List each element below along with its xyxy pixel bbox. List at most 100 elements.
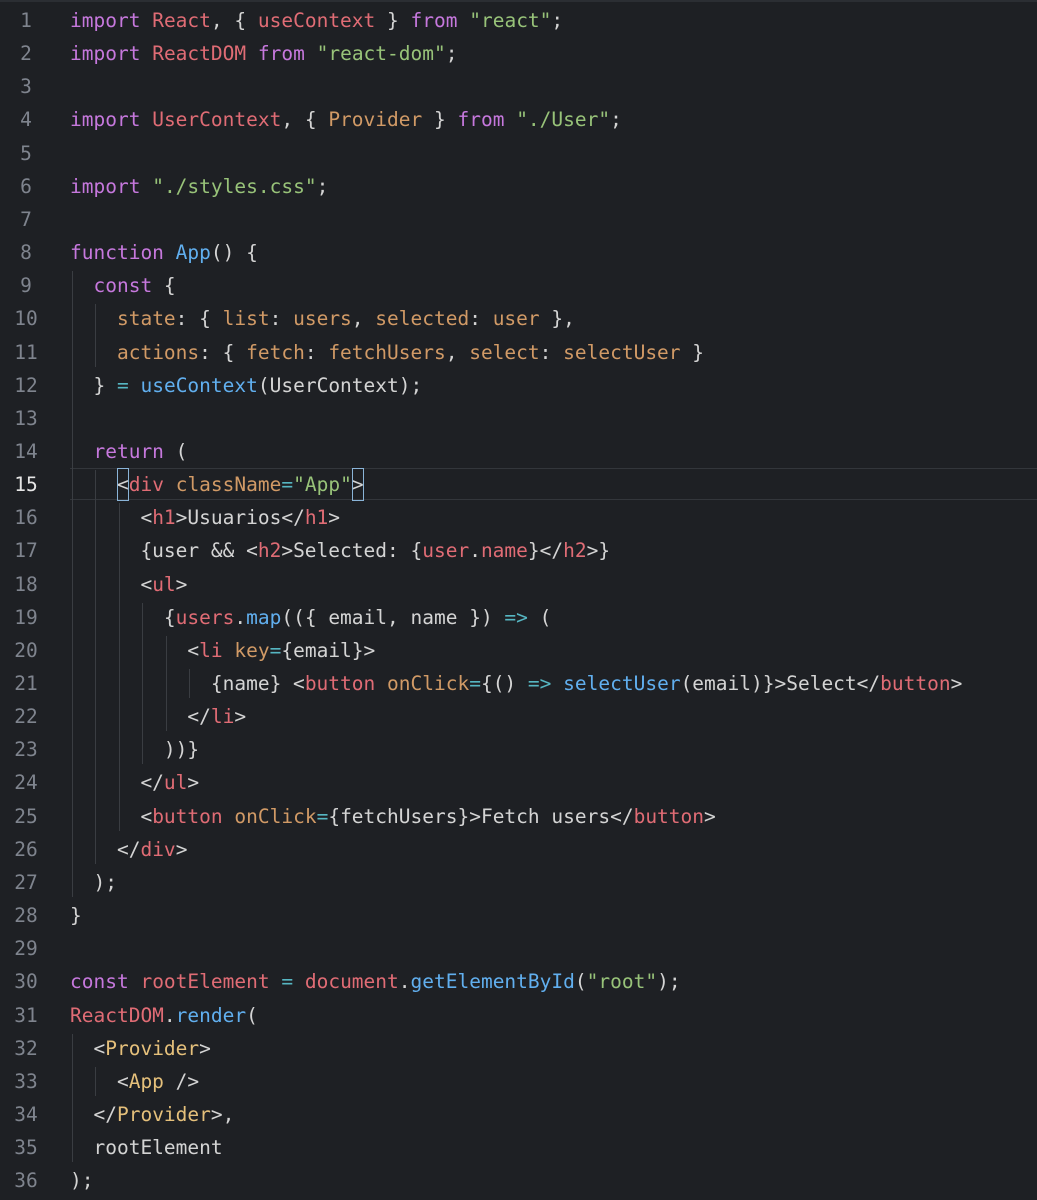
code-token: : { <box>199 340 247 364</box>
code-line[interactable]: 32 <Provider> <box>0 1032 1037 1065</box>
code-token: ( <box>574 970 587 994</box>
code-token: App <box>175 241 211 265</box>
line-number: 3 <box>20 75 32 99</box>
code-line[interactable]: 10 state: { list: users, selected: user … <box>0 302 1037 335</box>
code-line[interactable]: 22 </li> <box>0 700 1037 733</box>
code-token: Provider <box>328 108 423 132</box>
code-line[interactable]: 33 <App /> <box>0 1065 1037 1098</box>
code-token: selectUser <box>563 672 681 695</box>
code-token: > <box>328 506 341 530</box>
code-line[interactable]: 25 <button onClick={fetchUsers}>Fetch us… <box>0 800 1037 833</box>
code-text: import "./styles.css"; <box>70 170 328 203</box>
code-line[interactable]: 9 const { <box>0 269 1037 302</box>
code-line[interactable]: 21 {name} <button onClick={() => selectU… <box>0 667 1037 700</box>
code-text: function App() { <box>70 236 258 269</box>
code-line[interactable]: 29 <box>0 932 1037 965</box>
code-line[interactable]: 18 <ul> <box>0 568 1037 601</box>
code-line[interactable]: 23 ))} <box>0 733 1037 766</box>
code-token: } <box>680 340 705 364</box>
code-token: li <box>210 705 235 729</box>
code-line[interactable]: 36); <box>0 1164 1037 1197</box>
code-token: = <box>281 970 294 994</box>
code-line[interactable]: 8 function App() { <box>0 236 1037 269</box>
line-number: 10 <box>14 307 38 331</box>
code-line[interactable]: 5 <box>0 137 1037 170</box>
indent-guide <box>142 602 144 765</box>
code-token: < <box>70 572 153 596</box>
code-token: import <box>70 9 141 32</box>
code-line[interactable]: 11 actions: { fetch: fetchUsers, select:… <box>0 336 1037 369</box>
code-editor[interactable]: 1 import React, { useContext } from "reac… <box>0 0 1037 1200</box>
code-line[interactable]: 34 </Provider>, <box>0 1098 1037 1131</box>
code-line[interactable]: 3 <box>0 70 1037 103</box>
code-token: "root" <box>586 970 658 994</box>
bracket-match-highlight: > <box>351 468 364 502</box>
code-token: = <box>281 473 294 497</box>
code-token: div <box>128 473 164 497</box>
line-number: 24 <box>14 771 38 795</box>
code-text: ); <box>70 866 117 899</box>
code-token: h1 <box>152 506 176 530</box>
code-text: </div> <box>70 833 187 866</box>
code-line[interactable]: 31 ReactDOM.render( <box>0 999 1037 1032</box>
code-token: , { <box>281 108 329 132</box>
code-token: ); <box>70 870 117 894</box>
code-text: import UserContext, { Provider } from ".… <box>70 103 622 136</box>
code-line[interactable]: 27 ); <box>0 866 1037 899</box>
code-token: onClick <box>387 672 470 695</box>
code-token: fetchUsers <box>328 340 446 364</box>
code-line[interactable]: 6 import "./styles.css"; <box>0 170 1037 203</box>
code-token: fetch <box>246 340 305 364</box>
code-line[interactable]: 20 <li key={email}> <box>0 634 1037 667</box>
code-token: selectUser <box>563 340 681 364</box>
code-line[interactable]: 16 <h1>Usuarios</h1> <box>0 501 1037 534</box>
code-line[interactable]: 26 </div> <box>0 833 1037 866</box>
code-token: , { <box>210 9 258 32</box>
code-token: . <box>469 539 481 563</box>
code-token: h2 <box>257 539 282 563</box>
code-line[interactable]: 24 </ul> <box>0 766 1037 799</box>
code-token: . <box>234 605 247 629</box>
code-line[interactable]: 4 import UserContext, { Provider } from "… <box>0 103 1037 136</box>
code-token: "./styles.css" <box>152 174 317 198</box>
line-number: 22 <box>14 705 38 729</box>
code-line[interactable]: 14 return ( <box>0 435 1037 468</box>
code-line[interactable]: 35 rootElement <box>0 1131 1037 1164</box>
code-token: (UserContext); <box>257 373 423 397</box>
indent-guide <box>165 635 167 732</box>
code-line[interactable]: 7 <box>0 203 1037 236</box>
code-token: document <box>304 970 399 994</box>
code-line[interactable]: 12 } = useContext(UserContext); <box>0 369 1037 402</box>
code-line[interactable]: 19 {users.map(({ email, name }) => ( <box>0 601 1037 634</box>
code-token: { <box>152 274 176 298</box>
code-token: = <box>269 638 282 662</box>
code-token: {name} < <box>70 672 305 695</box>
code-line[interactable]: 15 <div className="App"> <box>0 468 1037 502</box>
code-line[interactable]: 13 <box>0 402 1037 435</box>
code-token: const <box>93 274 153 298</box>
code-token: actions <box>116 340 200 364</box>
code-token: } <box>375 9 411 32</box>
indent-guide <box>72 1033 73 1163</box>
code-line[interactable]: 1 import React, { useContext } from "reac… <box>0 4 1037 37</box>
code-line[interactable]: 28} <box>0 899 1037 932</box>
code-text: {user && <h2>Selected: {user.name}</h2>} <box>70 534 610 567</box>
code-line[interactable]: 30 const rootElement = document.getElemen… <box>0 965 1037 998</box>
code-token: </ <box>70 705 211 729</box>
line-number: 18 <box>14 572 38 596</box>
code-line[interactable]: 17 {user && <h2>Selected: {user.name}</h… <box>0 534 1037 567</box>
code-line[interactable]: 2 import ReactDOM from "react-dom"; <box>0 37 1037 70</box>
